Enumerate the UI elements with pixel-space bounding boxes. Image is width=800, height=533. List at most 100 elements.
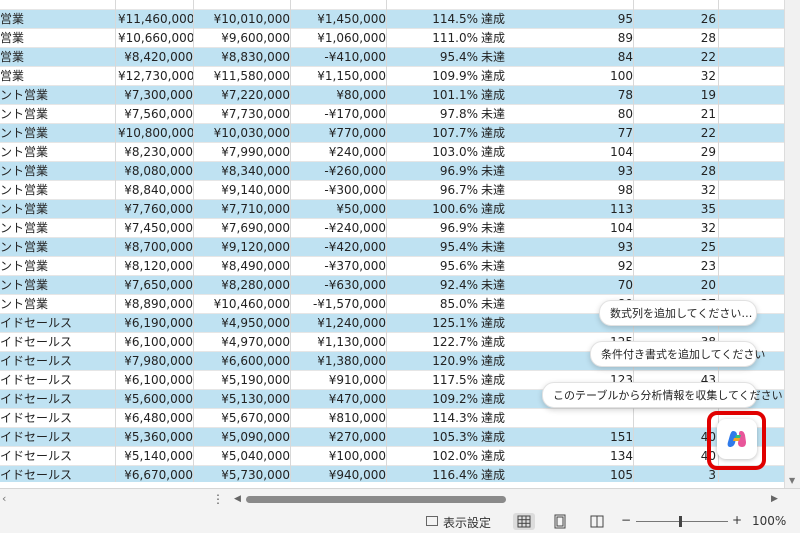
table-cell[interactable]: 96.7% xyxy=(388,181,478,200)
table-cell[interactable]: イドセールス xyxy=(0,409,115,428)
table-cell[interactable]: ¥50,000 xyxy=(293,200,386,219)
table-cell[interactable]: ¥6,670,000 xyxy=(118,466,193,482)
table-cell[interactable]: 93 xyxy=(525,238,633,257)
zoom-in-button[interactable]: + xyxy=(732,513,742,527)
table-cell[interactable]: 達成 xyxy=(481,390,521,409)
table-cell[interactable]: ¥10,010,000 xyxy=(196,10,290,29)
table-cell[interactable]: 40 xyxy=(636,428,716,447)
table-cell[interactable]: -¥370,000 xyxy=(293,257,386,276)
table-cell[interactable]: ¥5,130,000 xyxy=(196,390,290,409)
table-row[interactable]: ント営業 ¥8,700,000 ¥9,120,000 -¥420,000 95.4% 未達… xyxy=(0,238,784,257)
table-cell[interactable]: ¥1,380,000 xyxy=(293,352,386,371)
table-cell[interactable]: 未達 xyxy=(481,257,521,276)
table-cell[interactable]: 80 xyxy=(525,105,633,124)
table-cell[interactable]: 93 xyxy=(525,162,633,181)
table-cell[interactable]: 達成 xyxy=(481,314,521,333)
table-cell[interactable]: -¥170,000 xyxy=(293,105,386,124)
table-cell[interactable] xyxy=(196,0,290,10)
table-cell[interactable]: ¥9,600,000 xyxy=(196,29,290,48)
table-cell[interactable]: 78 xyxy=(525,86,633,105)
table-row[interactable]: 営業 ¥8,420,000 ¥8,830,000 -¥410,000 95.4% 未達 84… xyxy=(0,48,784,67)
table-cell[interactable]: ¥1,150,000 xyxy=(293,67,386,86)
table-cell[interactable]: 109.2% xyxy=(388,390,478,409)
table-cell[interactable]: 達成 xyxy=(481,428,521,447)
table-cell[interactable]: 151 xyxy=(525,428,633,447)
table-cell[interactable]: ¥8,840,000 xyxy=(118,181,193,200)
table-cell[interactable]: 97.8% xyxy=(388,105,478,124)
table-cell[interactable]: 達成 xyxy=(481,143,521,162)
table-cell[interactable]: ント営業 xyxy=(0,143,115,162)
table-cell[interactable]: 105.3% xyxy=(388,428,478,447)
table-cell[interactable]: 35 xyxy=(636,200,716,219)
table-cell[interactable]: 29 xyxy=(636,143,716,162)
copilot-suggestion-gather-insights[interactable]: このテーブルから分析情報を収集してください xyxy=(542,382,783,408)
table-cell[interactable]: ¥5,730,000 xyxy=(196,466,290,482)
table-row[interactable]: ント営業 ¥8,230,000 ¥7,990,000 ¥240,000 103.0% 達成… xyxy=(0,143,784,162)
table-cell[interactable]: イドセールス xyxy=(0,314,115,333)
table-row[interactable]: イドセールス ¥6,480,000 ¥5,670,000 ¥810,000 114.3%… xyxy=(0,409,784,428)
table-cell[interactable]: ¥810,000 xyxy=(293,409,386,428)
table-cell[interactable]: ¥8,280,000 xyxy=(196,276,290,295)
table-cell[interactable]: ¥8,890,000 xyxy=(118,295,193,314)
table-row[interactable]: ント営業 ¥8,080,000 ¥8,340,000 -¥260,000 96.9% 未達… xyxy=(0,162,784,181)
table-cell[interactable]: 104 xyxy=(525,143,633,162)
table-cell[interactable]: 達成 xyxy=(481,371,521,390)
table-cell[interactable] xyxy=(0,0,115,10)
table-cell[interactable]: 111.0% xyxy=(388,29,478,48)
table-cell[interactable]: ¥770,000 xyxy=(293,124,386,143)
table-cell[interactable]: 未達 xyxy=(481,48,521,67)
table-cell[interactable]: 3 xyxy=(636,466,716,482)
table-cell[interactable]: 25 xyxy=(636,238,716,257)
table-cell[interactable]: ¥1,240,000 xyxy=(293,314,386,333)
table-cell[interactable]: 100 xyxy=(525,67,633,86)
table-cell[interactable]: 92.4% xyxy=(388,276,478,295)
table-cell[interactable] xyxy=(481,0,521,10)
table-cell[interactable]: 134 xyxy=(525,447,633,466)
table-cell[interactable]: ント営業 xyxy=(0,276,115,295)
table-cell[interactable]: 達成 xyxy=(481,333,521,352)
table-cell[interactable]: ¥5,600,000 xyxy=(118,390,193,409)
table-cell[interactable]: 95.4% xyxy=(388,48,478,67)
table-row[interactable]: 営業 ¥12,730,000 ¥11,580,000 ¥1,150,000 109.9%… xyxy=(0,67,784,86)
table-cell[interactable]: 125.1% xyxy=(388,314,478,333)
table-cell[interactable]: ¥4,950,000 xyxy=(196,314,290,333)
table-cell[interactable]: ¥7,690,000 xyxy=(196,219,290,238)
table-cell[interactable]: 営業 xyxy=(0,29,115,48)
horizontal-scroll-thumb[interactable] xyxy=(246,496,506,503)
table-cell[interactable]: 未達 xyxy=(481,162,521,181)
table-cell[interactable]: ¥1,060,000 xyxy=(293,29,386,48)
table-cell[interactable]: 達成 xyxy=(481,352,521,371)
table-cell[interactable]: -¥630,000 xyxy=(293,276,386,295)
table-cell[interactable]: イドセールス xyxy=(0,390,115,409)
table-cell[interactable]: 達成 xyxy=(481,466,521,482)
table-cell[interactable]: 営業 xyxy=(0,48,115,67)
table-cell[interactable]: ント営業 xyxy=(0,181,115,200)
table-cell[interactable]: 109.9% xyxy=(388,67,478,86)
table-cell[interactable]: イドセールス xyxy=(0,352,115,371)
table-row[interactable]: ント営業 ¥8,840,000 ¥9,140,000 -¥300,000 96.7% 未達… xyxy=(0,181,784,200)
table-cell[interactable]: 32 xyxy=(636,181,716,200)
table-cell[interactable]: 95.6% xyxy=(388,257,478,276)
table-cell[interactable]: 89 xyxy=(525,29,633,48)
table-cell[interactable]: 98 xyxy=(525,181,633,200)
table-cell[interactable] xyxy=(525,0,633,10)
table-cell[interactable]: ント営業 xyxy=(0,238,115,257)
table-cell[interactable]: 未達 xyxy=(481,105,521,124)
scroll-left-arrow-icon[interactable]: ◀ xyxy=(234,494,241,504)
table-cell[interactable]: ント営業 xyxy=(0,162,115,181)
display-settings-button[interactable]: 表示設定 xyxy=(443,514,491,531)
table-row[interactable] xyxy=(0,0,784,10)
table-row[interactable]: イドセールス ¥5,360,000 ¥5,090,000 ¥270,000 105.3%… xyxy=(0,428,784,447)
table-cell[interactable]: 未達 xyxy=(481,295,521,314)
table-cell[interactable]: ¥8,830,000 xyxy=(196,48,290,67)
table-cell[interactable]: ¥9,120,000 xyxy=(196,238,290,257)
table-cell[interactable]: 達成 xyxy=(481,86,521,105)
table-cell[interactable]: -¥260,000 xyxy=(293,162,386,181)
table-cell[interactable]: ¥8,340,000 xyxy=(196,162,290,181)
table-cell[interactable]: ¥6,480,000 xyxy=(118,409,193,428)
table-cell[interactable] xyxy=(118,0,193,10)
table-cell[interactable]: ¥8,120,000 xyxy=(118,257,193,276)
table-cell[interactable]: ¥8,490,000 xyxy=(196,257,290,276)
table-cell[interactable]: ¥470,000 xyxy=(293,390,386,409)
table-cell[interactable]: 営業 xyxy=(0,67,115,86)
